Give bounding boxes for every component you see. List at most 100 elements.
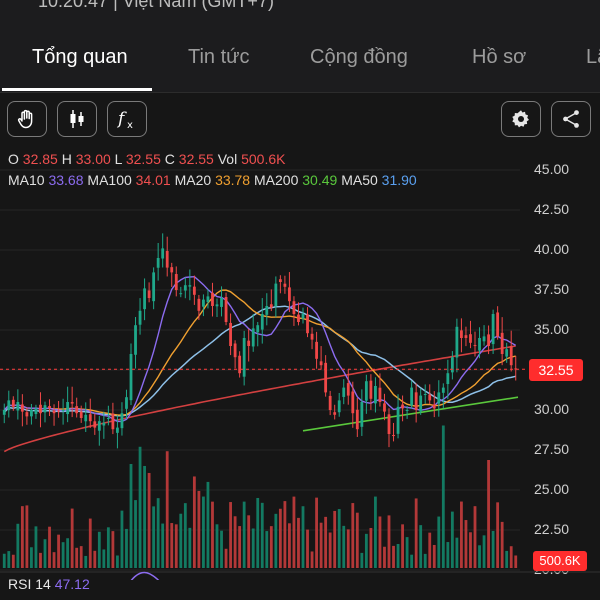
volume-bar: [134, 500, 137, 568]
candle-body: [405, 410, 409, 411]
candle-body: [455, 326, 459, 358]
rsi-legend: RSI 14 47.12: [8, 576, 90, 592]
candle-body: [7, 400, 11, 411]
volume-bar: [170, 523, 174, 568]
candle-body: [419, 395, 423, 412]
volume-bar: [229, 502, 232, 568]
volume-bar: [75, 547, 79, 568]
rsi-line: [130, 571, 160, 580]
tab-divider: [0, 92, 600, 93]
volume-bar: [278, 508, 282, 568]
volume-bar: [441, 425, 445, 568]
hand-tool-button[interactable]: [7, 101, 47, 137]
volume-bar: [11, 554, 15, 568]
tab-overview[interactable]: Tổng quan: [32, 46, 128, 69]
candle-body: [392, 435, 395, 437]
volume-bar: [251, 528, 255, 568]
candle-body: [265, 306, 269, 315]
volume-bar: [437, 516, 441, 568]
candle-body: [202, 299, 205, 307]
volume-bar: [324, 516, 328, 568]
tab-community[interactable]: Cộng đồng: [310, 46, 408, 69]
candle-body: [147, 290, 151, 298]
volume-bar: [161, 523, 165, 568]
candle-body: [387, 414, 391, 434]
volume-bar: [102, 549, 106, 568]
status-bar: 10:20:47 | Việt Nam (GMT+7): [0, 0, 600, 22]
tab-profile[interactable]: Hồ sơ: [472, 46, 526, 69]
volume-bar: [238, 526, 242, 568]
volume-bar: [143, 465, 146, 568]
volume-bar: [473, 506, 477, 568]
candle-body: [360, 402, 364, 427]
candle-body: [57, 410, 60, 412]
volume-bar: [432, 544, 436, 568]
candle-body: [134, 325, 137, 355]
tab-more[interactable]: Lã: [586, 46, 600, 69]
candle-body: [125, 397, 128, 409]
chart-type-button[interactable]: [57, 101, 97, 137]
candle-body: [238, 355, 242, 374]
volume-bar: [165, 451, 169, 568]
candle-body: [491, 314, 495, 345]
volume-bar: [206, 481, 210, 568]
candle-body: [129, 354, 133, 401]
candle-body: [355, 409, 359, 430]
candle-body: [333, 412, 337, 415]
candle-body: [505, 349, 509, 357]
candle-body: [30, 410, 33, 417]
volume-bar: [487, 460, 490, 568]
candle-body: [197, 298, 201, 311]
volume-bar: [401, 524, 404, 568]
candle-body: [364, 381, 368, 401]
candle-body: [20, 404, 24, 412]
volume-bar: [369, 527, 373, 568]
volume-bar: [30, 547, 33, 568]
candle-body: [260, 314, 264, 330]
candle-body: [464, 335, 468, 338]
volume-bar: [482, 535, 486, 568]
svg-text:x: x: [127, 120, 133, 131]
volume-bar: [138, 446, 142, 568]
settings-button[interactable]: [501, 101, 541, 137]
candle-body: [242, 338, 246, 377]
volume-bar: [460, 501, 463, 568]
volume-bar: [491, 530, 495, 568]
candle-body: [102, 422, 106, 426]
candle-body: [143, 288, 146, 310]
candle-body: [165, 250, 169, 268]
svg-text:f: f: [116, 109, 127, 129]
candle-body: [120, 413, 124, 429]
current-price-tag: 32.55: [529, 359, 583, 381]
volume-bar: [310, 551, 314, 568]
volume-bar: [43, 539, 47, 568]
volume-bar: [428, 532, 432, 568]
tab-news[interactable]: Tin tức: [188, 46, 250, 69]
candle-body: [138, 310, 142, 325]
volume-bar: [301, 506, 305, 568]
candle-body: [224, 297, 228, 322]
volume-bar: [383, 546, 386, 568]
candle-body: [88, 414, 92, 422]
rsi-label: RSI 14: [8, 576, 51, 592]
volume-bar: [52, 552, 56, 568]
candle-body: [111, 413, 115, 430]
price-chart[interactable]: [0, 140, 600, 580]
candle-body: [342, 387, 346, 397]
candle-body: [306, 314, 309, 334]
candle-body: [509, 346, 513, 366]
volume-bar: [97, 531, 101, 568]
volume-bar: [220, 530, 223, 568]
indicator-button[interactable]: f x: [107, 101, 147, 137]
volume-bar: [211, 501, 214, 568]
candle-body: [79, 411, 83, 418]
candle-body: [297, 314, 300, 322]
candle-body: [487, 334, 490, 346]
volume-bar: [288, 523, 291, 568]
volume-bar: [247, 515, 251, 568]
candle-body: [39, 404, 42, 414]
volume-bar: [174, 524, 178, 568]
volume-bar: [346, 529, 350, 568]
volume-bar: [93, 550, 97, 568]
share-button[interactable]: [551, 101, 591, 137]
